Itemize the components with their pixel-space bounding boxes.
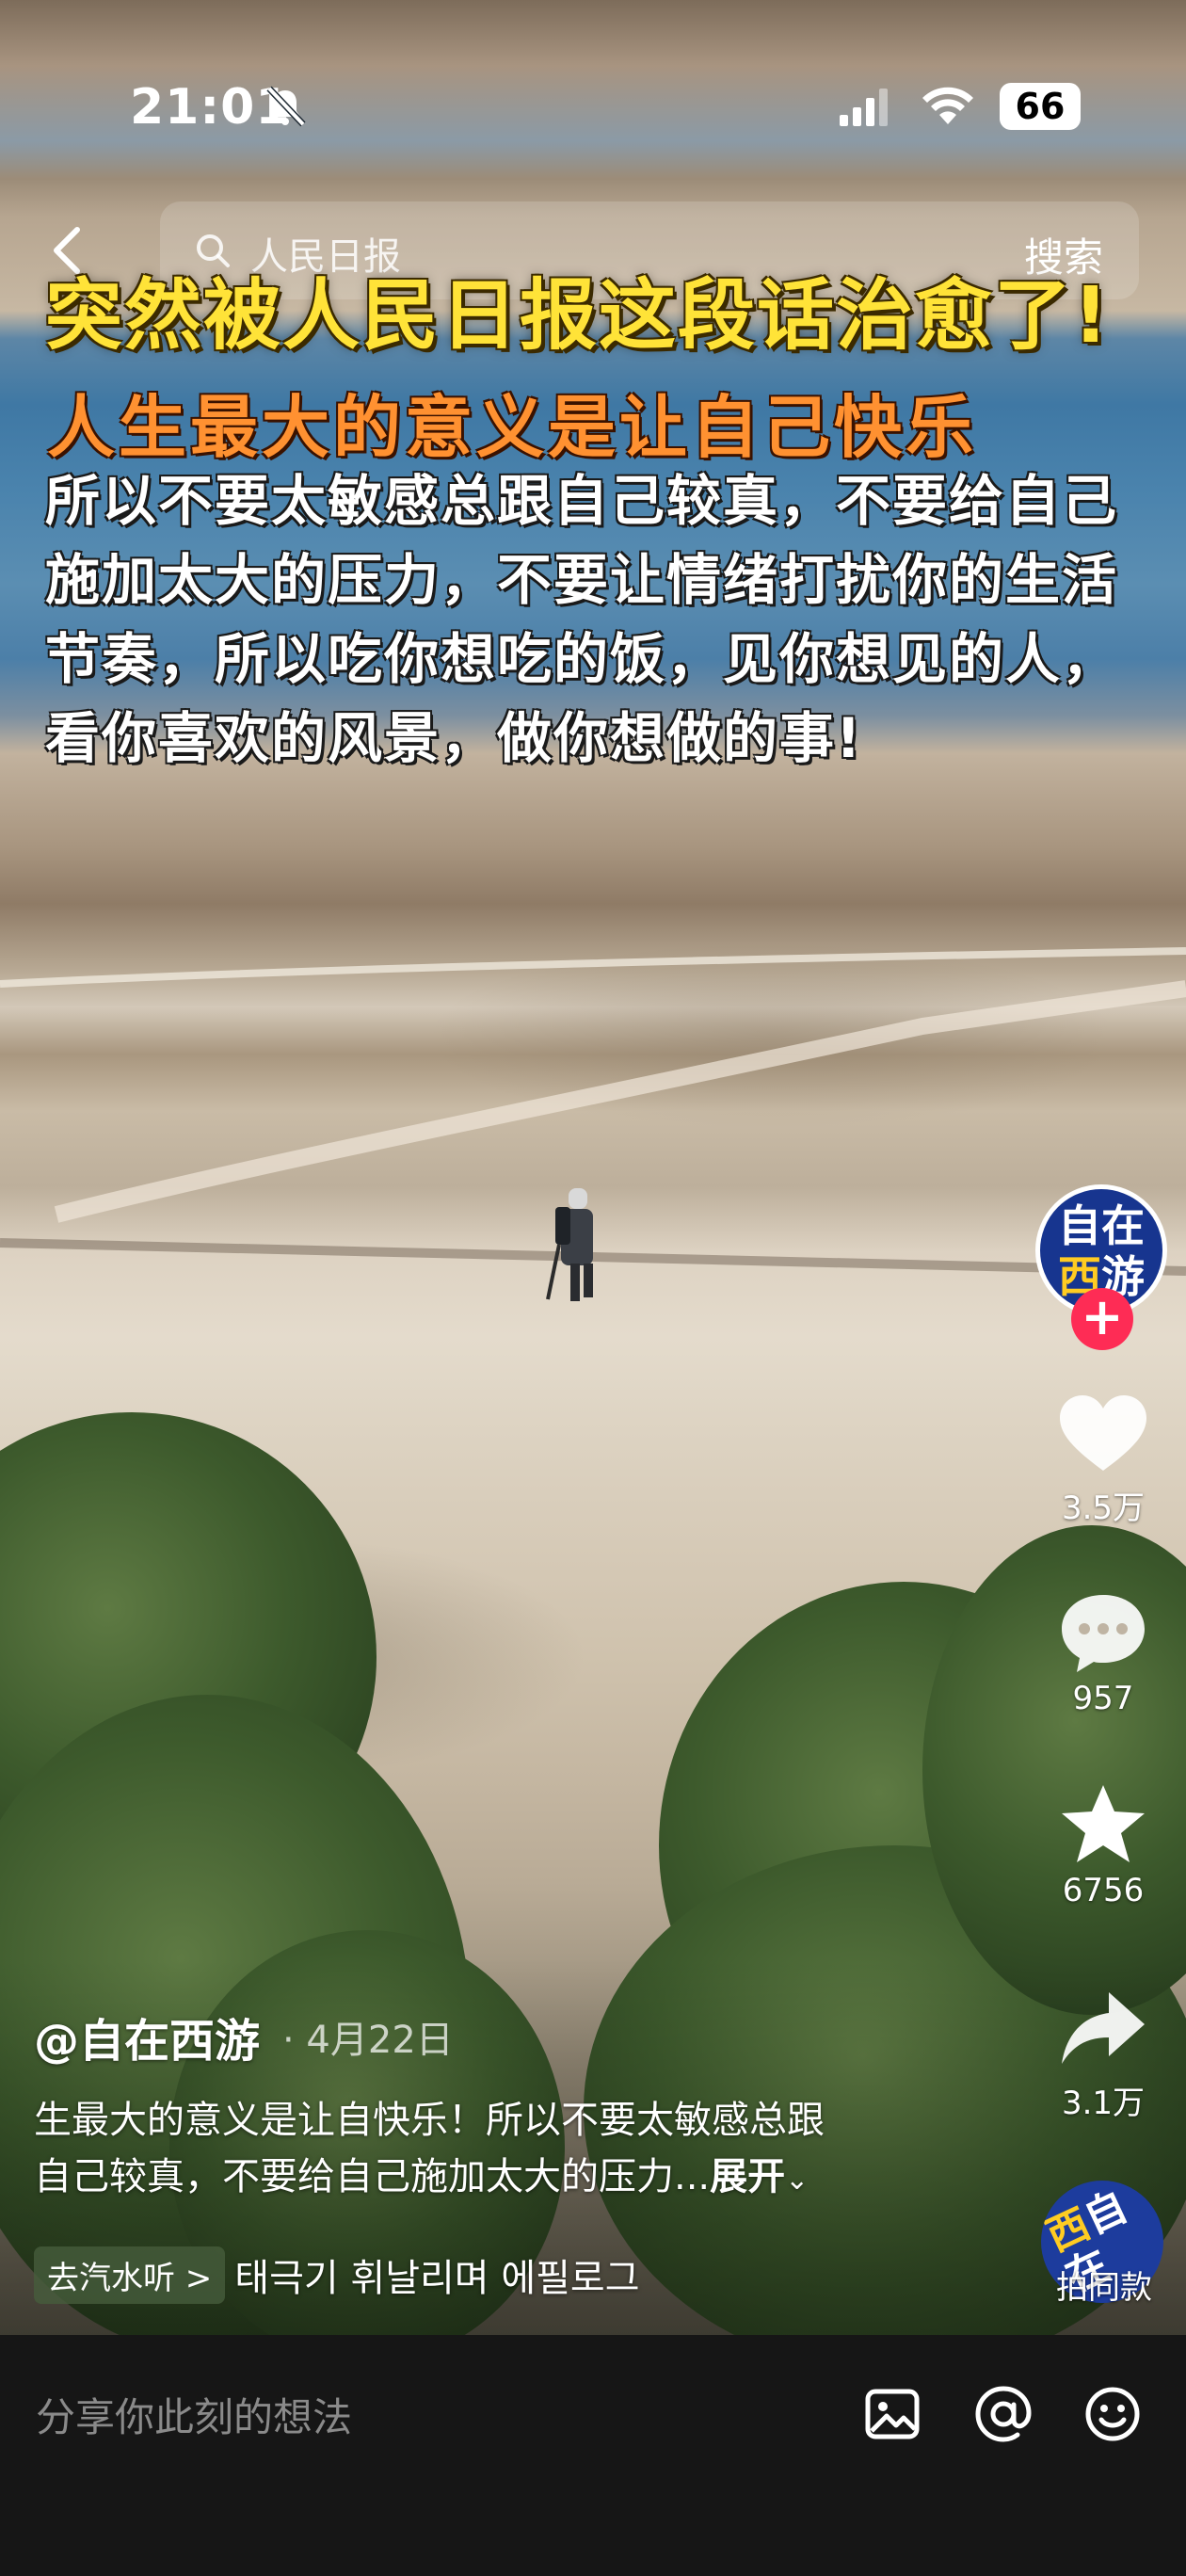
music-title[interactable]: 태극기 휘날리며 에필로그 <box>234 2247 639 2302</box>
comment-count: 957 <box>1072 1680 1134 1717</box>
signal-icon <box>840 89 888 126</box>
emoji-icon[interactable] <box>1082 2384 1143 2444</box>
wifi-icon <box>922 87 973 124</box>
caption-line-2-text: 自己较真，不要给自己施加太大的压力... <box>34 2155 711 2198</box>
like-count: 3.5万 <box>1061 1489 1146 1527</box>
chevron-down-icon: ⌄ <box>785 2164 809 2197</box>
listen-in-qishui-chip[interactable]: 去汽水听 > <box>34 2246 226 2304</box>
share-icon <box>1062 1992 1145 2064</box>
caption-line-2: 自己较真，不要给自己施加太大的压力...展开⌄ <box>34 2149 938 2209</box>
same-style-label[interactable]: 拍同款 <box>1043 2262 1165 2308</box>
video-feed-screen: 21:01 66 人民日报 搜索 突然被人民日报这段话治愈了! 人生最大的意义是… <box>0 0 1186 2576</box>
author-name[interactable]: @自在西游 <box>34 2004 260 2069</box>
comment-input[interactable]: 分享你此刻的想法 <box>36 2386 352 2443</box>
video-subhead: 人生最大的意义是让自己快乐 <box>47 388 978 467</box>
expand-button[interactable]: 展开 <box>710 2155 785 2198</box>
share-count: 3.1万 <box>1061 2085 1146 2122</box>
status-bar: 21:01 66 <box>0 56 1186 160</box>
follow-button[interactable]: + <box>1071 1288 1133 1350</box>
avatar-line1: 自在 <box>1058 1200 1145 1251</box>
post-caption[interactable]: 生最大的意义是让自快乐！所以不要太敏感总跟 自己较真，不要给自己施加太大的压力.… <box>34 2092 938 2209</box>
share-button[interactable]: 3.1万 <box>1045 1987 1162 2123</box>
favorite-count: 6756 <box>1062 1872 1145 1909</box>
comment-button[interactable]: 957 <box>1045 1589 1162 1717</box>
post-date: · 4月22日 <box>282 2019 454 2062</box>
heart-icon <box>1060 1395 1146 1471</box>
mention-icon[interactable] <box>973 2384 1034 2444</box>
image-icon[interactable] <box>862 2384 922 2444</box>
favorite-button[interactable]: 6756 <box>1045 1781 1162 1909</box>
video-paragraph: 所以不要太敏感总跟自己较真，不要给自己施加太大的压力，不要让情绪打扰你的生活节奏… <box>45 469 1119 770</box>
caption-line-1: 生最大的意义是让自快乐！所以不要太敏感总跟 <box>34 2099 825 2142</box>
music-row[interactable]: 去汽水听 > 태극기 휘날리며 에필로그 <box>34 2246 640 2304</box>
video-headline: 突然被人民日报这段话治愈了! <box>45 271 1111 361</box>
mute-icon <box>266 86 306 127</box>
comment-icon <box>1062 1595 1145 1672</box>
comment-bar: 分享你此刻的想法 <box>0 2335 1186 2576</box>
like-button[interactable]: 3.5万 <box>1045 1392 1162 1528</box>
battery-icon: 66 <box>1000 83 1081 130</box>
star-icon <box>1062 1785 1145 1862</box>
